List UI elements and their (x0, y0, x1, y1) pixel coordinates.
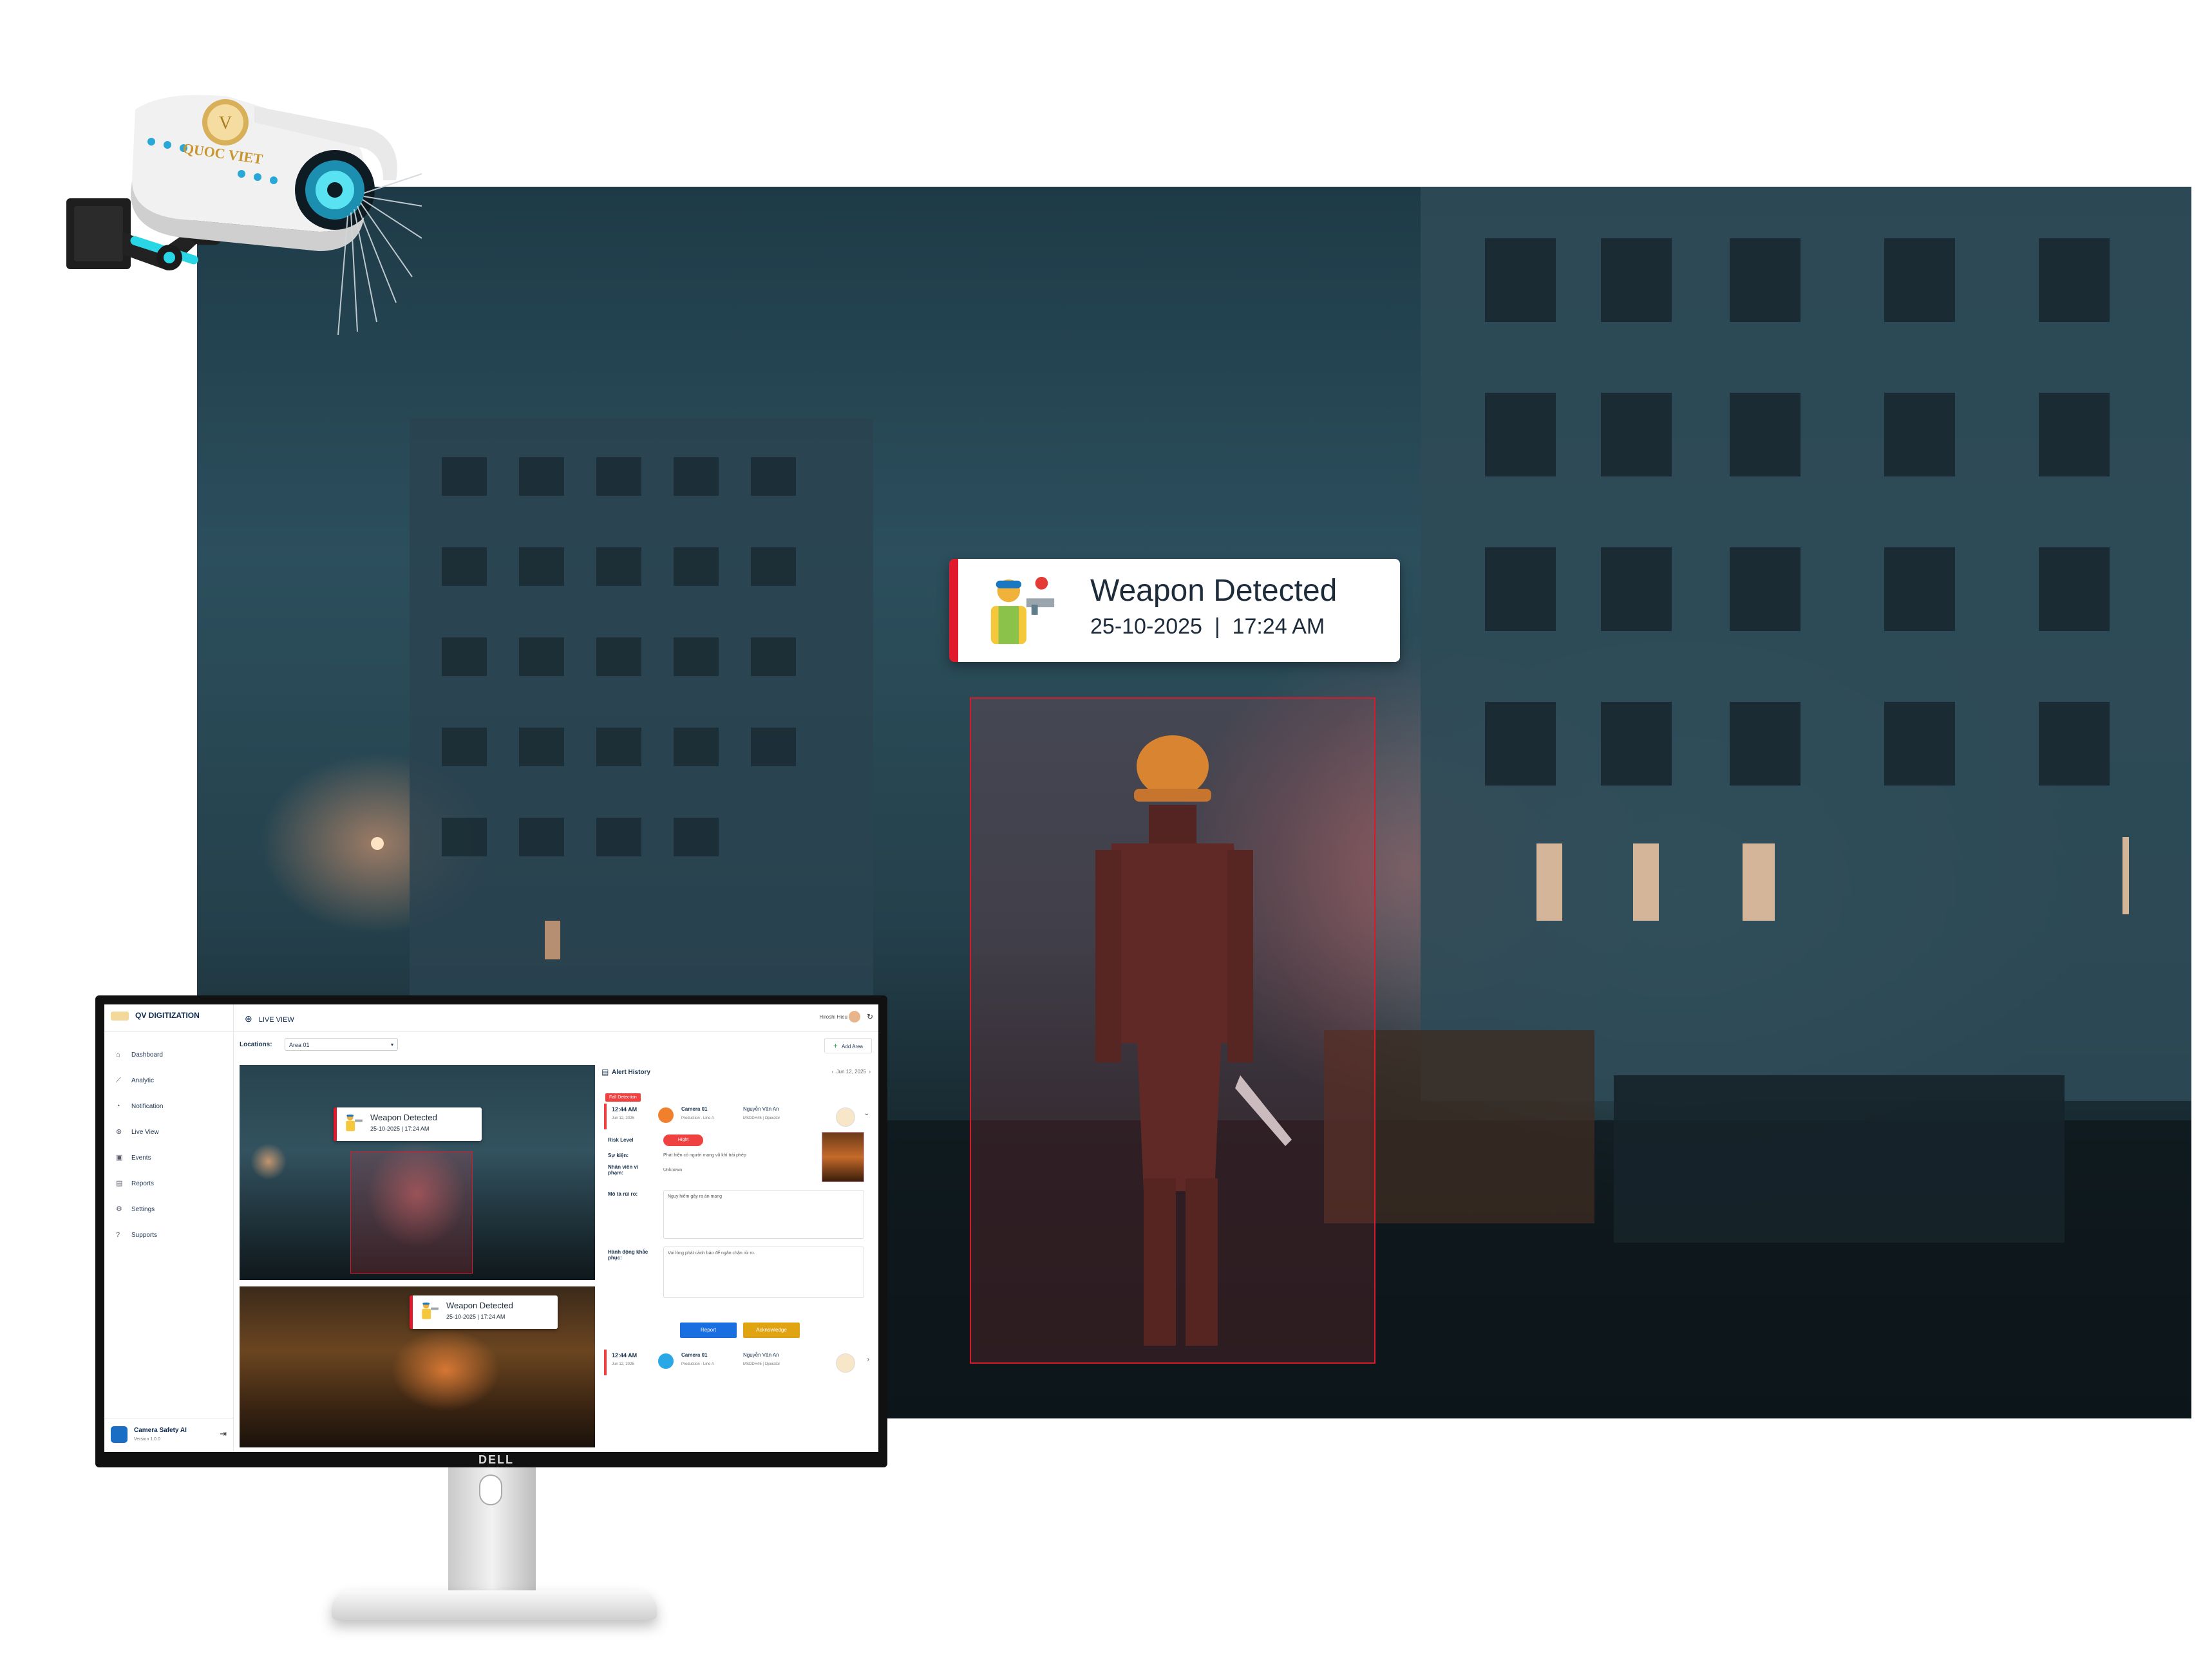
staff-label: Nhân viên vi phạm: (608, 1164, 639, 1176)
armed-worker-alert-icon (422, 1302, 439, 1319)
camera-icon (658, 1107, 674, 1123)
armed-worker-alert-icon (990, 576, 1055, 645)
alert-history-title: Alert History (612, 1069, 651, 1076)
add-area-button[interactable]: + Add Area (824, 1038, 872, 1053)
risk-level-label: Risk Level (608, 1137, 634, 1143)
risk-level-badge: Hight (663, 1135, 703, 1146)
alert-timestamp: 25-10-2025 | 17:24 AM (370, 1125, 430, 1132)
monitor-base (332, 1590, 657, 1620)
camera-icon (658, 1353, 674, 1369)
alert-history-panel: ▤ Alert History ‹ Jun 12, 2025 › Fall De… (601, 1065, 873, 1452)
sidebar-nav: ⌂ Dashboard ⟋ Analytic ◔ Notification ⊛ Live… (104, 1042, 233, 1248)
refresh-icon[interactable]: ↻ (867, 1012, 873, 1021)
worker-thumbnail (836, 1107, 855, 1127)
avatar[interactable] (849, 1011, 860, 1022)
events-icon: ▣ (116, 1154, 123, 1162)
sidebar-item-events[interactable]: ▣ Events (104, 1145, 233, 1171)
alert-entry-time: 12:44 AM (612, 1352, 638, 1359)
top-bar: QV DIGITIZATION ⊛ LIVE VIEW Hiroshi Hieu … (104, 1004, 878, 1032)
support-icon: ? (116, 1231, 120, 1239)
sidebar-item-reports[interactable]: ▤ Reports (104, 1171, 233, 1196)
sidebar-item-dashboard[interactable]: ⌂ Dashboard (104, 1042, 233, 1068)
corrective-action-label: Hành động khắc phục: (608, 1249, 648, 1261)
camera-line: Production - Line A (681, 1362, 714, 1366)
bell-icon: ◔ (116, 1102, 120, 1110)
event-label: Sự kiện: (608, 1153, 629, 1158)
event-snapshot[interactable] (822, 1132, 864, 1182)
alert-entry[interactable]: 12:44 AM Jun 12, 2025 Camera 01 Producti… (604, 1350, 873, 1375)
brand-logo-icon (111, 1011, 129, 1021)
person-name: Nguyễn Văn An (743, 1352, 779, 1358)
logout-icon[interactable]: ⇥ (220, 1429, 227, 1439)
monitor: QV DIGITIZATION ⊛ LIVE VIEW Hiroshi Hieu … (95, 995, 887, 1467)
person-name: Nguyễn Văn An (743, 1106, 779, 1112)
live-view-icon: ⊛ (245, 1013, 252, 1024)
camera-feed[interactable]: Weapon Detected 25-10-2025 | 17:24 AM (240, 1286, 595, 1447)
alert-entry-time: 12:44 AM (612, 1106, 638, 1113)
locations-label: Locations: (240, 1041, 272, 1048)
brand: QV DIGITIZATION (111, 1011, 200, 1021)
alert-entry-date: Jun 12, 2025 (612, 1116, 634, 1120)
alert-title: Weapon Detected (446, 1301, 513, 1310)
live-view-icon: ⊛ (116, 1128, 122, 1136)
chevron-down-icon: ▾ (390, 1042, 393, 1048)
staff-value: Unknown (663, 1168, 683, 1172)
weapon-alert-card: Weapon Detected 25-10-2025 | 17:24 AM (949, 559, 1400, 662)
divider (233, 1004, 234, 1031)
sidebar: ⌂ Dashboard ⟋ Analytic ◔ Notification ⊛ Live… (104, 1031, 234, 1452)
svg-text:V: V (219, 113, 232, 133)
camera-name: Camera 01 (681, 1352, 708, 1358)
person-role: MSDDH45 | Operator (743, 1116, 780, 1120)
camera-name: Camera 01 (681, 1106, 708, 1112)
monitor-stand-slot (479, 1474, 502, 1505)
analytic-icon: ⟋ (116, 1077, 121, 1084)
report-button[interactable]: Report (680, 1323, 737, 1338)
reports-icon: ▤ (116, 1180, 123, 1187)
security-camera-illustration: V QUOC VIET (66, 95, 422, 335)
sidebar-item-analytic[interactable]: ⟋ Analytic (104, 1068, 233, 1093)
weapon-alert-card: Weapon Detected 25-10-2025 | 17:24 AM (334, 1107, 482, 1141)
chevron-right-icon[interactable]: › (867, 1356, 869, 1363)
sidebar-item-supports[interactable]: ? Supports (104, 1222, 233, 1248)
plus-icon: + (833, 1041, 838, 1050)
detection-bounding-box (970, 697, 1375, 1364)
sidebar-item-live-view[interactable]: ⊛ Live View (104, 1119, 233, 1145)
alert-history-header: ▤ Alert History ‹ Jun 12, 2025 › (601, 1065, 873, 1080)
sidebar-item-notification[interactable]: ◔ Notification (104, 1093, 233, 1119)
camera-line: Production - Line A (681, 1116, 714, 1120)
acknowledge-button[interactable]: Acknowledge (743, 1323, 800, 1338)
page-title: ⊛ LIVE VIEW (245, 1013, 294, 1024)
alert-entry[interactable]: 12:44 AM Jun 12, 2025 Camera 01 Producti… (604, 1104, 873, 1129)
app-logo-icon (111, 1426, 128, 1443)
detection-bounding-box (350, 1151, 473, 1274)
settings-icon: ⚙ (116, 1205, 122, 1213)
alert-title: Weapon Detected (1090, 574, 1338, 608)
alert-timestamp: 25-10-2025 | 17:24 AM (1090, 614, 1325, 639)
worker-thumbnail (836, 1353, 855, 1373)
location-select[interactable]: Area 01 ▾ (285, 1038, 398, 1051)
sidebar-item-settings[interactable]: ⚙ Settings (104, 1196, 233, 1222)
history-icon: ▤ (601, 1068, 609, 1077)
risk-description-label: Mô tả rủi ro: (608, 1191, 638, 1197)
dashboard-icon: ⌂ (116, 1051, 120, 1059)
monitor-logo: DELL (478, 1453, 514, 1466)
corrective-action-field[interactable]: Vui lòng phát cảnh báo để ngăn chặn rủi … (663, 1247, 864, 1298)
alert-entry-date: Jun 12, 2025 (612, 1362, 634, 1366)
event-value: Phát hiện có người mang vũ khí trái phép (663, 1153, 746, 1158)
fall-detection-badge: Fall Detection (605, 1093, 641, 1102)
sidebar-footer: Camera Safety AI Version 1.0.0 ⇥ (104, 1418, 233, 1452)
alert-title: Weapon Detected (370, 1113, 437, 1122)
weapon-alert-card: Weapon Detected 25-10-2025 | 17:24 AM (410, 1295, 558, 1329)
app-screen: QV DIGITIZATION ⊛ LIVE VIEW Hiroshi Hieu … (104, 1004, 878, 1452)
person-role: MSDDH45 | Operator (743, 1362, 780, 1366)
risk-description-field[interactable]: Nguy hiểm gây ra án mạng (663, 1190, 864, 1239)
camera-feed[interactable]: Weapon Detected 25-10-2025 | 17:24 AM (240, 1065, 595, 1280)
chevron-down-icon[interactable]: ⌄ (864, 1110, 869, 1117)
armed-worker-alert-icon (346, 1114, 363, 1131)
alert-timestamp: 25-10-2025 | 17:24 AM (446, 1313, 506, 1320)
user-name: Hiroshi Hieu (819, 1014, 847, 1020)
app-version: Version 1.0.0 (134, 1437, 160, 1442)
app-name: Camera Safety AI (134, 1427, 187, 1434)
date-navigator[interactable]: ‹ Jun 12, 2025 › (832, 1069, 871, 1075)
